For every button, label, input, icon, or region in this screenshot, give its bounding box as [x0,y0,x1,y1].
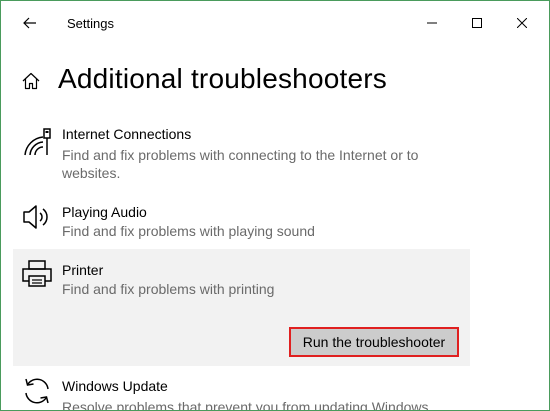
speaker-icon [21,201,53,233]
item-title: Printer [62,262,104,278]
home-button[interactable] [21,71,41,91]
close-button[interactable] [499,1,545,45]
item-description: Find and fix problems with playing sound [62,223,315,239]
minimize-button[interactable] [409,1,455,45]
printer-icon [21,257,53,289]
item-title: Internet Connections [62,126,192,142]
troubleshooter-internet-connections[interactable]: Internet Connections Find and fix proble… [13,117,470,189]
title-bar: Settings [1,1,549,45]
troubleshooter-playing-audio[interactable]: Playing Audio Find and fix problems with… [13,193,470,245]
run-troubleshooter-button[interactable]: Run the troubleshooter [289,327,459,357]
maximize-icon [472,18,482,28]
settings-window: Settings Additional troubleshooters Inte… [0,0,550,411]
troubleshooter-printer[interactable]: Printer Find and fix problems with print… [13,249,470,366]
troubleshooter-windows-update[interactable]: Windows Update Resolve problems that pre… [13,369,470,410]
back-arrow-icon [23,17,36,29]
minimize-icon [427,22,437,24]
page-title: Additional troubleshooters [58,63,387,94]
maximize-button[interactable] [454,1,500,45]
item-description: Resolve problems that prevent you from u… [62,399,433,411]
item-title: Playing Audio [62,204,147,220]
window-title: Settings [67,16,114,31]
close-icon [517,18,527,28]
update-sync-icon [21,375,53,407]
back-button[interactable] [15,9,45,37]
wifi-network-icon [21,125,53,157]
home-icon [22,72,40,90]
item-description: Find and fix problems with printing [62,281,275,297]
item-description: Find and fix problems with connecting to… [62,147,419,181]
item-title: Windows Update [62,378,168,394]
